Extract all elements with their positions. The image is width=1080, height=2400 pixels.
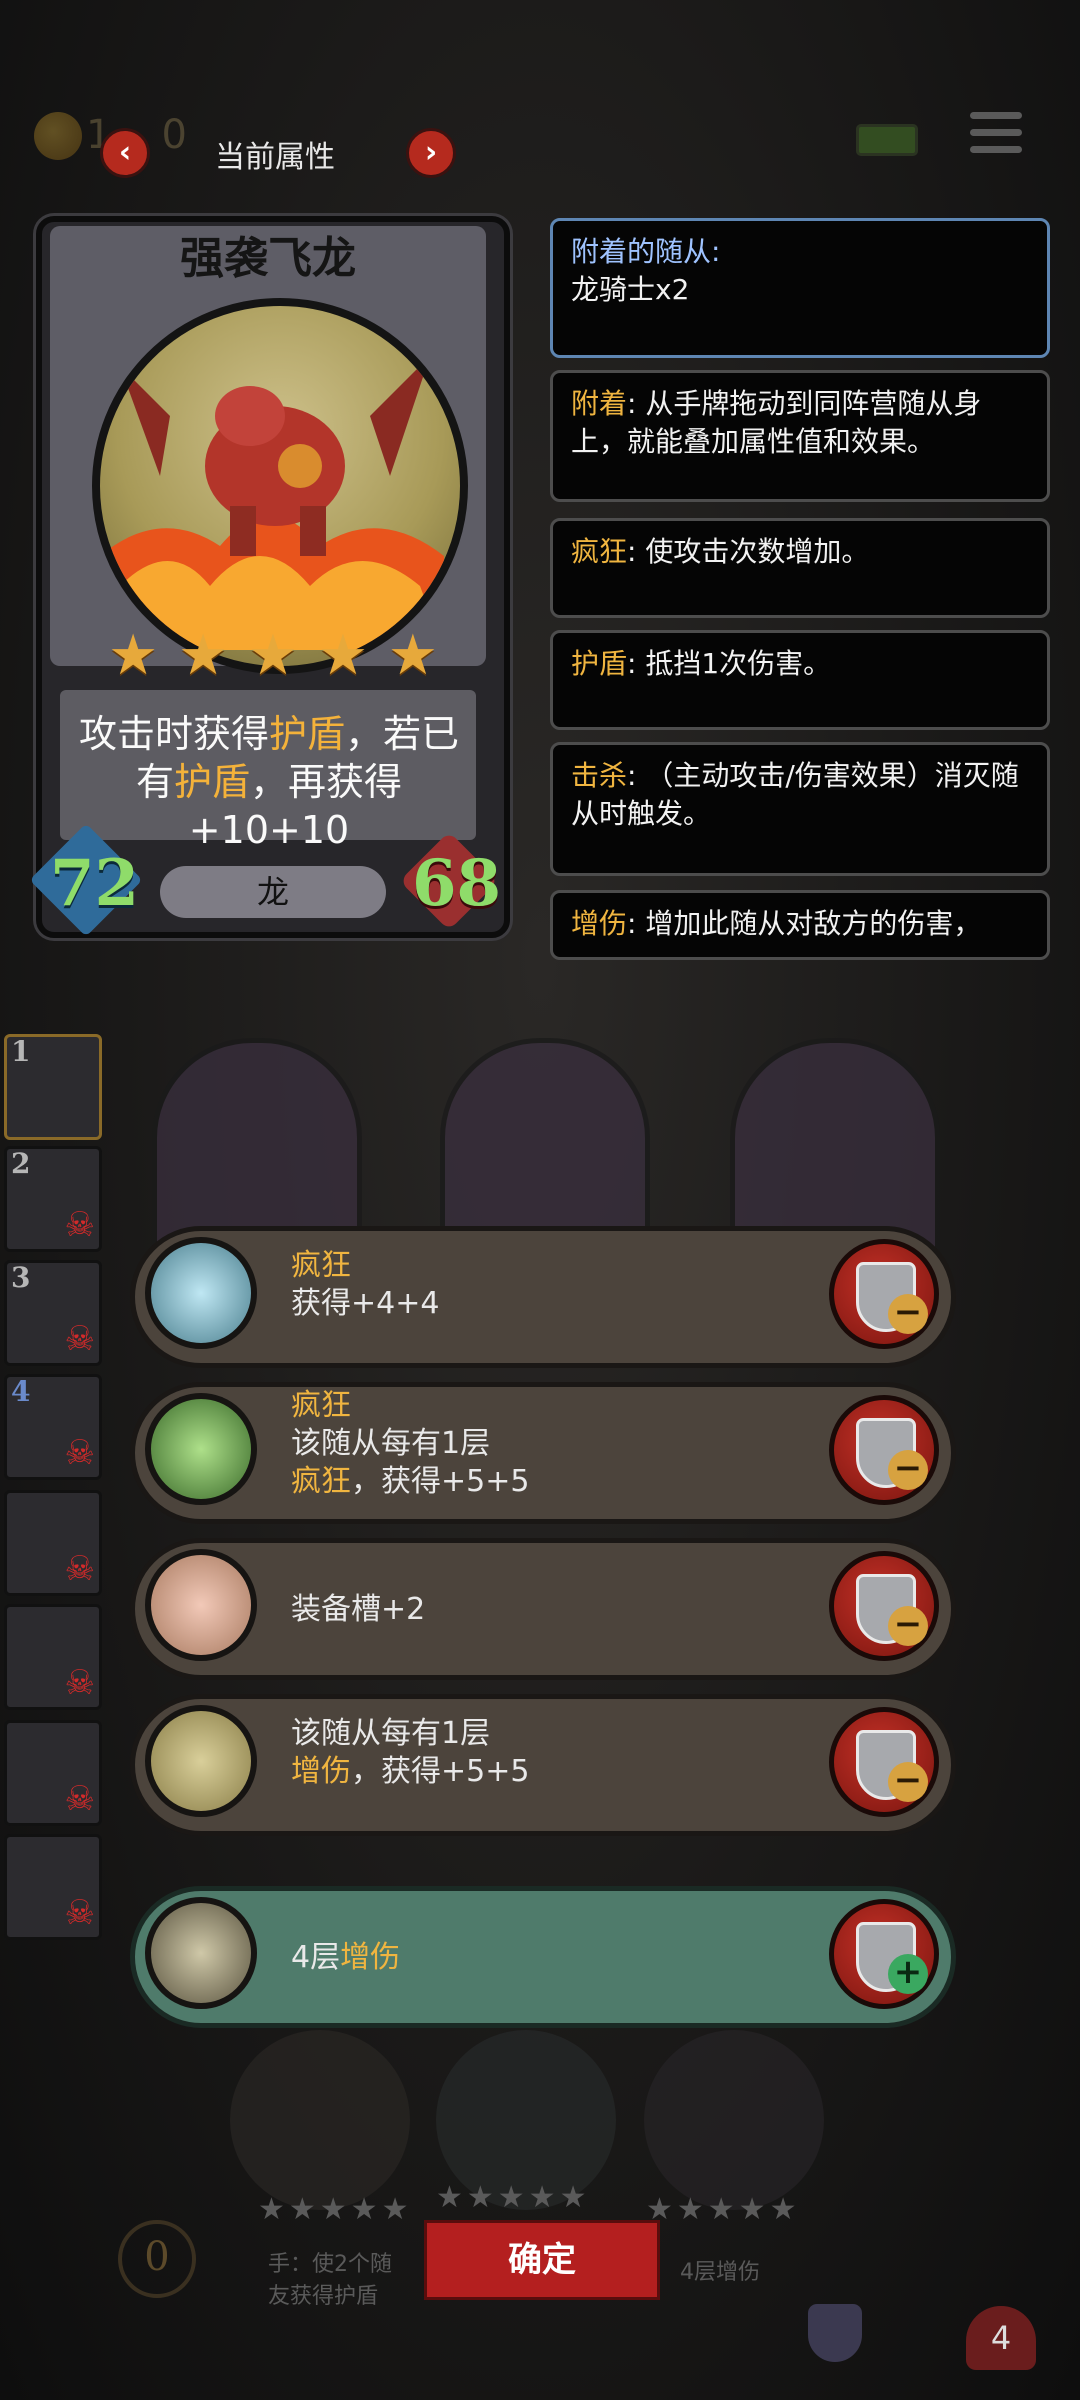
- hand-card-art[interactable]: [644, 2030, 824, 2210]
- remove-button[interactable]: −: [829, 1551, 939, 1661]
- keyword-panel-shield: 护盾: 抵挡1次伤害。: [550, 630, 1050, 730]
- keyword-panel-attach: 附着: 从手牌拖动到同阵营随从身上，就能叠加属性值和效果。: [550, 370, 1050, 502]
- option-text: 疯狂 该随从每有1层 疯狂，获得+5+5: [291, 1388, 530, 1499]
- effect-option-row[interactable]: 疯狂 该随从每有1层 疯狂，获得+5+5 −: [130, 1382, 956, 1524]
- menu-icon[interactable]: [970, 112, 1022, 162]
- frenzy-skull-icon: [145, 1393, 257, 1505]
- panel-body: 龙骑士x2: [571, 273, 690, 306]
- option-text: 4层增伤: [291, 1940, 401, 1975]
- effect-option-row[interactable]: 装备槽+2 −: [130, 1538, 956, 1680]
- hand-card-desc: 4层增伤: [680, 2260, 760, 2285]
- confirm-button[interactable]: 确定: [424, 2220, 660, 2300]
- pig-icon: [145, 1549, 257, 1661]
- minus-icon: −: [888, 1606, 928, 1646]
- race-tag: 龙: [160, 866, 386, 918]
- page-title: 当前属性: [215, 140, 335, 175]
- hand-card-stars: ★★★★★: [436, 2180, 591, 2215]
- dark-feather-icon: [145, 1897, 257, 2009]
- minion-slot[interactable]: 3 ☠: [4, 1260, 102, 1366]
- star-icon: ★: [108, 623, 159, 688]
- minion-slot[interactable]: ☠: [4, 1834, 102, 1940]
- armor-icon: [808, 2304, 862, 2362]
- next-arrow-button[interactable]: ›: [406, 128, 456, 178]
- keyword-panel-frenzy: 疯狂: 使攻击次数增加。: [550, 518, 1050, 618]
- minus-icon: −: [888, 1762, 928, 1802]
- option-text: 装备槽+2: [291, 1592, 426, 1627]
- option-text: 疯狂 获得+4+4: [291, 1248, 440, 1321]
- remove-button[interactable]: −: [829, 1707, 939, 1817]
- minion-slot[interactable]: 4 ☠: [4, 1374, 102, 1480]
- minion-slot[interactable]: ☠: [4, 1490, 102, 1596]
- star-icon: ★: [317, 623, 369, 688]
- keyword-panel-kill: 击杀: （主动攻击/伤害效果）消灭随从时触发。: [550, 742, 1050, 876]
- effect-option-row[interactable]: 该随从每有1层 增伤，获得+5+5 −: [130, 1694, 956, 1836]
- star-icon: ★: [247, 623, 299, 688]
- add-button[interactable]: +: [829, 1899, 939, 2009]
- selected-effect-row[interactable]: 4层增伤 +: [130, 1886, 956, 2028]
- minus-icon: −: [888, 1294, 928, 1334]
- skull-icon: ☠: [64, 1549, 95, 1589]
- hand-card-stars: ★★★★★: [646, 2192, 801, 2227]
- star-icon: ★: [177, 623, 229, 688]
- dragon-portrait: [92, 298, 468, 674]
- hero-health: 4: [966, 2306, 1036, 2370]
- effect-option-row[interactable]: 疯狂 获得+4+4 −: [130, 1226, 956, 1368]
- battery-icon: [856, 124, 918, 156]
- skull-icon: ☠: [64, 1779, 95, 1819]
- board-minion-frame[interactable]: [730, 1038, 940, 1258]
- hand-card-art[interactable]: [230, 2030, 410, 2210]
- minion-slot[interactable]: ☠: [4, 1720, 102, 1826]
- board-minion-frame[interactable]: [152, 1038, 362, 1258]
- minion-slot[interactable]: ☠: [4, 1604, 102, 1710]
- coin-icon: [34, 112, 82, 160]
- minus-icon: −: [888, 1450, 928, 1490]
- gold-counter: 0: [118, 2220, 196, 2298]
- board-minion-frame[interactable]: [440, 1038, 650, 1258]
- skull-icon: ☠: [64, 1433, 95, 1473]
- attack-value: 72: [50, 846, 140, 921]
- card-name: 强袭飞龙: [180, 233, 356, 284]
- skull-icon: ☠: [64, 1893, 95, 1933]
- skull-icon: ☠: [64, 1319, 95, 1359]
- skull-icon: ☠: [64, 1205, 95, 1245]
- attached-minions-panel: 附着的随从: 龙骑士x2: [550, 218, 1050, 358]
- panel-title: 附着的随从:: [571, 235, 721, 268]
- star-rating: ★ ★ ★ ★ ★: [108, 628, 438, 688]
- star-icon: ★: [387, 623, 438, 688]
- remove-button[interactable]: −: [829, 1239, 939, 1349]
- remove-button[interactable]: −: [829, 1395, 939, 1505]
- option-text: 该随从每有1层 增伤，获得+5+5: [291, 1716, 530, 1789]
- minion-slot[interactable]: 1: [4, 1034, 102, 1140]
- keyword-panel-damage-boost: 增伤: 增加此随从对敌方的伤害，: [550, 890, 1050, 960]
- frenzy-lightning-icon: [145, 1237, 257, 1349]
- plus-icon: +: [888, 1954, 928, 1994]
- health-value: 68: [412, 846, 502, 921]
- hand-card-desc: 手：使2个随 友获得护盾: [268, 2252, 392, 2309]
- hand-card-stars: ★★★★★: [258, 2192, 413, 2227]
- dark-claw-icon: [145, 1705, 257, 1817]
- minion-slot[interactable]: 2 ☠: [4, 1146, 102, 1252]
- skull-icon: ☠: [64, 1663, 95, 1703]
- prev-arrow-button[interactable]: ‹: [100, 128, 150, 178]
- card-description: 攻击时获得护盾，若已 有护盾，再获得+10+10: [78, 712, 460, 852]
